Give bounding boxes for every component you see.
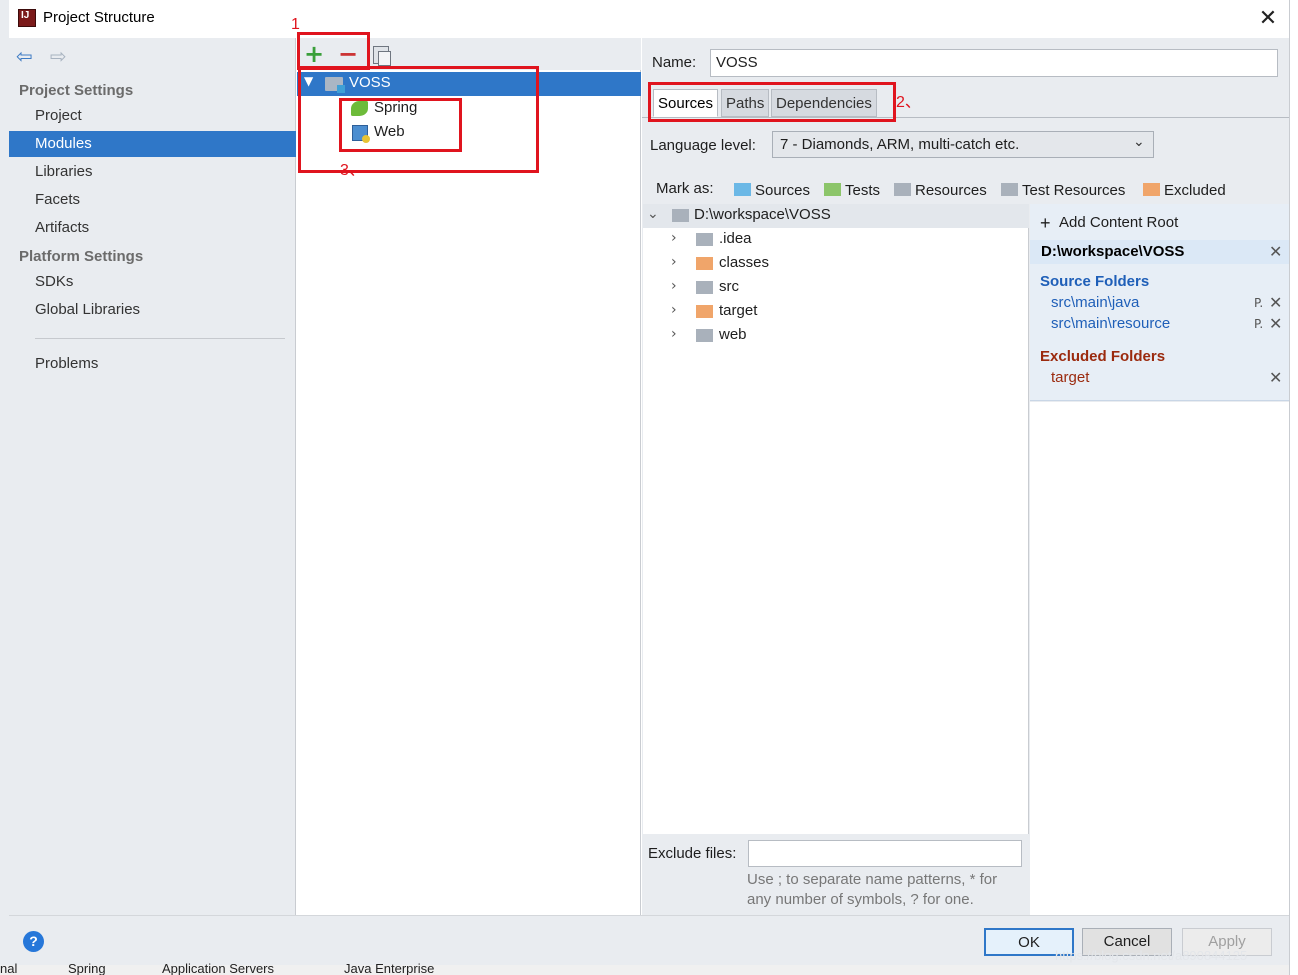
source-folder-item: src\main\resource xyxy=(1051,315,1171,332)
exclude-files-hint: Use ; to separate name patterns, * for a… xyxy=(747,870,1027,910)
chevron-down-icon[interactable]: ⌄ xyxy=(647,206,659,222)
exclude-files-input[interactable] xyxy=(748,840,1022,867)
folder-icon xyxy=(696,281,713,294)
sidebar-item-project[interactable]: Project xyxy=(9,103,296,129)
background-window-edge xyxy=(0,0,9,975)
mark-resources-label: Resources xyxy=(915,182,987,199)
chevron-right-icon[interactable]: › xyxy=(671,230,677,246)
file-tree-item[interactable]: target xyxy=(719,302,757,319)
annotation-label-1: 1 xyxy=(291,16,300,33)
module-name-field[interactable]: VOSS xyxy=(710,49,1278,77)
mark-excluded-label: Excluded xyxy=(1164,182,1226,199)
edit-package-prefix-icon[interactable]: P. xyxy=(1254,317,1263,331)
sidebar-item-libraries[interactable]: Libraries xyxy=(9,159,296,185)
language-level-select[interactable]: 7 - Diamonds, ARM, multi-catch etc. xyxy=(772,131,1154,158)
sidebar-item-artifacts[interactable]: Artifacts xyxy=(9,215,296,241)
exclude-files-label: Exclude files: xyxy=(648,845,737,862)
test-resources-folder-icon xyxy=(1001,183,1018,196)
project-settings-header: Project Settings xyxy=(19,82,134,99)
mark-sources-button[interactable]: Sources xyxy=(734,182,810,199)
file-tree-root: D:\workspace\VOSS xyxy=(694,206,831,223)
folder-icon xyxy=(696,329,713,342)
content-file-tree xyxy=(643,204,1029,834)
edit-package-prefix-icon[interactable]: P. xyxy=(1254,296,1263,310)
background-text-fragment: nal xyxy=(0,961,18,975)
sidebar-divider xyxy=(35,338,285,339)
background-tab-java-enterprise: Java Enterprise xyxy=(344,961,435,975)
mark-tests-button[interactable]: Tests xyxy=(824,182,880,199)
sidebar-item-problems[interactable]: Problems xyxy=(9,351,296,377)
annotation-label-3: 3、 xyxy=(340,162,365,179)
mark-as-label: Mark as: xyxy=(656,180,714,197)
watermark: https://blog.csdn.net/a890844125 xyxy=(1055,948,1248,963)
resources-folder-icon xyxy=(894,183,911,196)
excluded-folder-icon xyxy=(696,305,713,318)
chevron-down-icon[interactable]: ⌄ xyxy=(1133,134,1145,150)
chevron-right-icon[interactable]: › xyxy=(671,278,677,294)
chevron-right-icon[interactable]: › xyxy=(671,326,677,342)
mark-resources-button[interactable]: Resources xyxy=(894,182,987,199)
mark-test-resources-label: Test Resources xyxy=(1022,182,1126,199)
excluded-folder-item: target xyxy=(1051,369,1090,386)
file-tree-item[interactable]: src xyxy=(719,278,739,295)
background-tab-application-servers: Application Servers xyxy=(162,961,274,975)
sidebar-item-global-libraries[interactable]: Global Libraries xyxy=(9,297,296,323)
content-root-path: D:\workspace\VOSS xyxy=(1041,243,1185,260)
sidebar-item-sdks[interactable]: SDKs xyxy=(9,269,296,295)
window-right-edge xyxy=(1289,0,1298,975)
plus-icon[interactable]: + xyxy=(1040,213,1051,234)
remove-content-root-icon[interactable]: ✕ xyxy=(1269,242,1282,261)
name-label: Name: xyxy=(652,54,697,71)
exclude-hint-line: Use ; to separate name patterns, * for xyxy=(747,871,998,888)
remove-folder-icon[interactable]: ✕ xyxy=(1269,314,1282,333)
folder-icon xyxy=(672,209,689,222)
sidebar-item-facets[interactable]: Facets xyxy=(9,187,296,213)
mark-sources-label: Sources xyxy=(755,182,811,199)
close-window-icon[interactable]: ✕ xyxy=(1255,6,1281,32)
annotation-box-facets xyxy=(339,98,462,152)
chevron-right-icon[interactable]: › xyxy=(671,254,677,270)
arrow-left-icon[interactable]: ⇦ xyxy=(16,44,33,68)
mark-tests-label: Tests xyxy=(845,182,881,199)
help-icon[interactable]: ? xyxy=(23,931,44,952)
arrow-right-icon[interactable]: ⇨ xyxy=(50,44,67,68)
platform-settings-header: Platform Settings xyxy=(19,248,144,265)
remove-folder-icon[interactable]: ✕ xyxy=(1269,368,1282,387)
folder-icon xyxy=(696,233,713,246)
sidebar-item-modules[interactable]: Modules xyxy=(9,131,296,157)
add-content-root-button[interactable]: Add Content Root xyxy=(1059,214,1178,231)
remove-folder-icon[interactable]: ✕ xyxy=(1269,293,1282,312)
file-tree-item[interactable]: .idea xyxy=(719,230,752,247)
mark-excluded-button[interactable]: Excluded xyxy=(1143,182,1226,199)
file-tree-item[interactable]: classes xyxy=(719,254,769,271)
mark-test-resources-button[interactable]: Test Resources xyxy=(1001,182,1125,199)
language-level-label: Language level: xyxy=(650,137,756,154)
background-tab-spring: Spring xyxy=(68,961,106,975)
annotation-box-toolbar xyxy=(297,32,370,70)
source-folder-item: src\main\java xyxy=(1051,294,1140,311)
excluded-folders-header: Excluded Folders xyxy=(1040,348,1166,365)
copy-module-icon[interactable] xyxy=(373,46,391,66)
file-tree-item[interactable]: web xyxy=(719,326,747,343)
content-root-empty-area xyxy=(1030,402,1289,915)
source-folders-header: Source Folders xyxy=(1040,273,1150,290)
intellij-app-icon xyxy=(18,9,36,27)
exclude-hint-line: any number of symbols, ? for one. xyxy=(747,891,974,908)
annotation-label-2: 2、 xyxy=(896,94,921,111)
sources-folder-icon xyxy=(734,183,751,196)
annotation-box-tabs xyxy=(648,82,896,122)
tests-folder-icon xyxy=(824,183,841,196)
window-title: Project Structure xyxy=(43,9,155,26)
title-bar xyxy=(9,0,1289,38)
chevron-right-icon[interactable]: › xyxy=(671,302,677,318)
excluded-folder-icon xyxy=(1143,183,1160,196)
excluded-folder-icon xyxy=(696,257,713,270)
